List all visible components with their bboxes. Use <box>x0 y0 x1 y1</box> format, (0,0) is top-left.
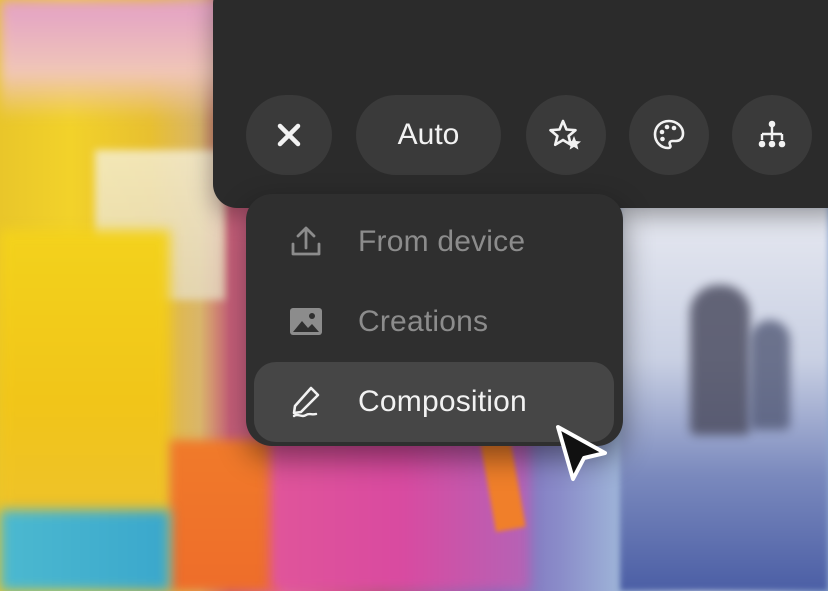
close-icon <box>277 123 301 147</box>
mode-auto-label: Auto <box>397 118 460 151</box>
palette-icon <box>653 119 685 150</box>
background-yellow-area <box>0 230 170 520</box>
menu-item-label: Creations <box>358 305 489 338</box>
background-cyan-area <box>0 510 170 591</box>
background-person <box>690 285 750 435</box>
close-button[interactable] <box>246 95 332 175</box>
upload-icon <box>254 224 358 260</box>
menu-item-creations[interactable]: Creations <box>254 282 614 362</box>
sparkle-star-icon <box>549 119 581 150</box>
background-person <box>750 320 790 430</box>
mode-auto-button[interactable]: Auto <box>356 95 501 175</box>
menu-item-label: Composition <box>358 385 527 418</box>
hierarchy-icon <box>758 120 786 148</box>
pen-icon <box>254 384 358 420</box>
mouse-pointer-icon <box>556 425 607 481</box>
image-icon <box>254 306 358 338</box>
menu-item-label: From device <box>358 225 526 258</box>
hierarchy-button[interactable] <box>732 95 812 175</box>
magic-button[interactable] <box>526 95 606 175</box>
palette-button[interactable] <box>629 95 709 175</box>
menu-item-from-device[interactable]: From device <box>254 202 614 282</box>
background-pink-area <box>0 0 230 120</box>
background-orange-area <box>170 440 280 591</box>
